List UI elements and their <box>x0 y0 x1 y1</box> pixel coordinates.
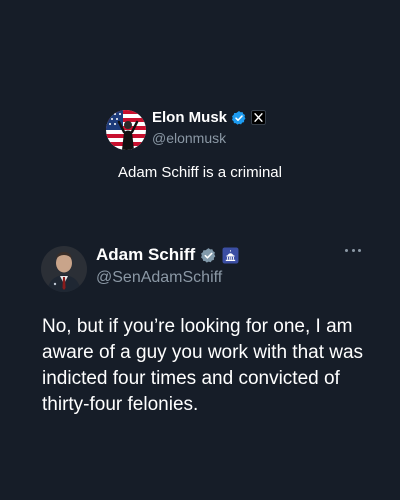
more-dot <box>351 248 355 252</box>
more-options-icon[interactable] <box>345 244 361 256</box>
quoted-tweet[interactable]: Elon Musk @elonmusk Adam Schiff is a cri… <box>0 104 400 194</box>
quoted-tweet-text: Adam Schiff is a criminal <box>118 164 282 181</box>
capitol-dome-icon[interactable] <box>222 247 239 264</box>
verified-check-icon[interactable] <box>231 110 247 126</box>
main-tweet-text: No, but if you’re looking for one, I am … <box>42 316 364 415</box>
gray-verified-check-icon[interactable] <box>200 247 217 264</box>
main-tweet[interactable]: Adam Schiff @SenAdamSchiff No, but if yo… <box>0 240 400 440</box>
elon-musk-avatar[interactable] <box>106 110 146 150</box>
main-author-row: Adam Schiff <box>96 245 239 265</box>
more-dot <box>358 248 361 252</box>
main-author-handle[interactable]: @SenAdamSchiff <box>96 269 222 287</box>
more-dot <box>345 248 348 252</box>
quoted-author-handle[interactable]: @elonmusk <box>152 130 226 146</box>
main-author-name[interactable]: Adam Schiff <box>96 245 195 265</box>
quoted-author-row: Elon Musk <box>152 109 267 126</box>
quoted-author-name[interactable]: Elon Musk <box>152 109 227 126</box>
x-logo-icon[interactable] <box>251 110 267 125</box>
adam-schiff-avatar[interactable] <box>41 246 87 292</box>
